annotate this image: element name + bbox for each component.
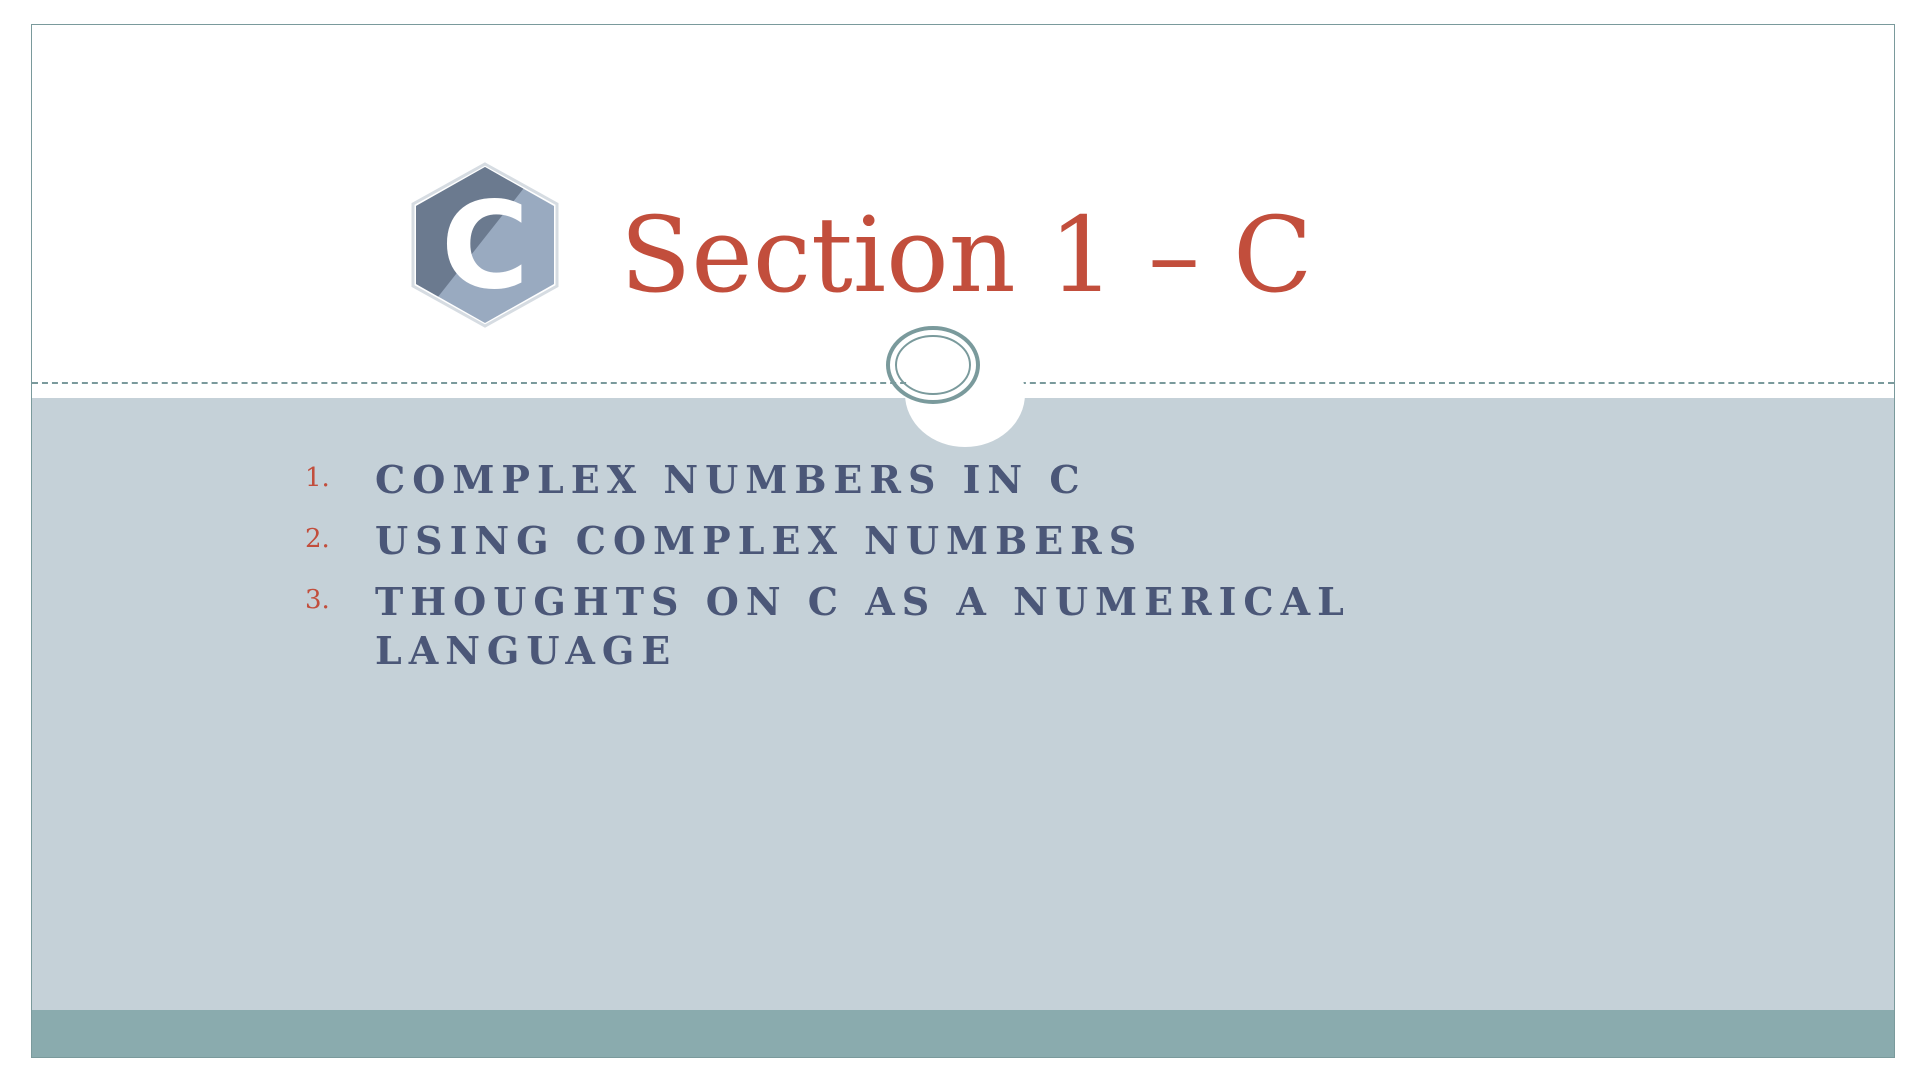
agenda-list: 1. COMPLEX NUMBERS IN C 2. USING COMPLEX… <box>305 455 1455 687</box>
c-language-logo-icon: C <box>411 162 559 328</box>
agenda-item-text: THOUGHTS ON C AS A NUMERICAL LANGUAGE <box>375 579 1351 673</box>
agenda-item-text: USING COMPLEX NUMBERS <box>375 518 1144 563</box>
agenda-item: 3. THOUGHTS ON C AS A NUMERICAL LANGUAGE <box>305 577 1455 675</box>
agenda-item: 2. USING COMPLEX NUMBERS <box>305 516 1455 565</box>
logo-letter: C <box>441 178 529 317</box>
agenda-item-number: 2. <box>305 524 330 554</box>
agenda-item-number: 1. <box>305 463 330 493</box>
agenda-item-number: 3. <box>305 585 330 615</box>
agenda-item-text: COMPLEX NUMBERS IN C <box>375 457 1087 502</box>
agenda-item: 1. COMPLEX NUMBERS IN C <box>305 455 1455 504</box>
divider-ornament-icon <box>886 326 980 404</box>
slide-title: Section 1 – C <box>620 194 1313 316</box>
slide-footer-band <box>32 1010 1894 1057</box>
